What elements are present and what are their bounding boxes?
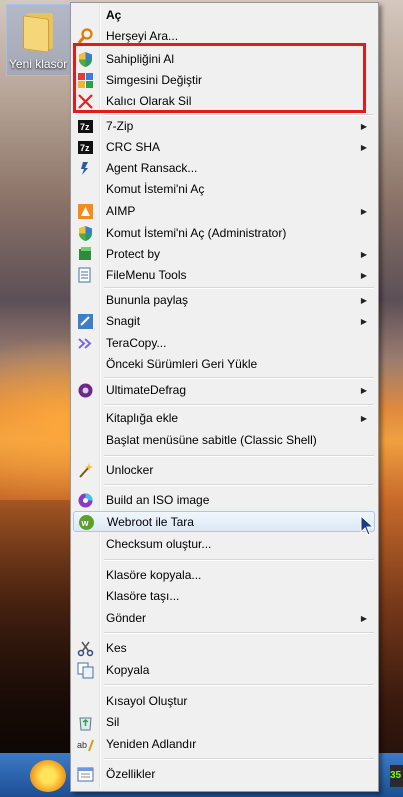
7zip-icon: 7z [78,120,93,133]
submenu-arrow-icon: ▶ [360,296,367,305]
menu-item-add-to-library[interactable]: Kitaplığa ekle ▶ [73,408,375,429]
menu-item-cut[interactable]: Kes [73,638,375,659]
defrag-icon [78,383,93,398]
menu-item-delete[interactable]: Sil [73,712,375,733]
svg-text:w: w [81,518,90,528]
webroot-icon: w [79,515,94,530]
menu-item-open[interactable]: Aç [73,5,375,26]
shield-icon [79,226,92,241]
menu-separator [104,484,374,486]
menu-item-properties[interactable]: Özellikler [73,764,375,785]
menu-item-7zip[interactable]: 7z 7-Zip ▶ [73,116,375,137]
menu-item-build-iso[interactable]: Build an ISO image [73,490,375,511]
recycle-icon [79,717,92,731]
svg-text:7z: 7z [80,143,90,153]
7zip-icon: 7z [78,141,93,154]
mouse-cursor-icon [360,515,375,536]
menu-item-ultimatedefrag[interactable]: UltimateDefrag ▶ [73,380,375,401]
agent-ransack-icon [81,162,88,175]
menu-item-copy-to-folder[interactable]: Klasöre kopyala... [73,565,375,586]
menu-item-webroot-scan[interactable]: w Webroot ile Tara [73,511,375,532]
menu-item-open-command-prompt[interactable]: Komut İstemi'ni Aç [73,179,375,200]
rename-icon: ab [77,739,94,752]
submenu-arrow-icon: ▶ [360,122,367,131]
unlocker-wand-icon [79,463,93,478]
submenu-arrow-icon: ▶ [360,207,367,216]
menu-item-command-prompt-admin[interactable]: Komut İstemi'ni Aç (Administrator) [73,223,375,244]
menu-item-rename[interactable]: ab Yeniden Adlandır [73,734,375,755]
tree-silhouette [0,500,80,760]
snagit-icon [78,314,93,329]
protect-icon [79,247,91,260]
menu-item-create-shortcut[interactable]: Kısayol Oluştur [73,691,375,712]
menu-item-crc-sha[interactable]: 7z CRC SHA ▶ [73,137,375,158]
menu-item-copy[interactable]: Kopyala [73,660,375,681]
menu-separator [104,758,374,760]
menu-separator [104,455,374,457]
taskbar-app-icon[interactable] [30,760,66,792]
desktop-folder-icon[interactable]: Yeni klasör [6,4,72,76]
filemenu-icon [78,267,91,283]
submenu-arrow-icon: ▶ [360,250,367,259]
submenu-arrow-icon: ▶ [360,317,367,326]
menu-item-share-with[interactable]: Bununla paylaş ▶ [73,290,375,311]
iso-icon [78,493,93,508]
properties-icon [77,767,94,782]
menu-item-pin-to-start[interactable]: Başlat menüsüne sabitle (Classic Shell) [73,430,375,451]
submenu-arrow-icon: ▶ [360,271,367,280]
scissors-icon [77,641,94,657]
menu-item-snagit[interactable]: Snagit ▶ [73,311,375,332]
menu-item-aimp[interactable]: AIMP ▶ [73,201,375,222]
menu-item-send-to[interactable]: Gönder ▶ [73,608,375,629]
menu-item-move-to-folder[interactable]: Klasöre taşı... [73,586,375,607]
menu-item-unlocker[interactable]: Unlocker [73,460,375,481]
menu-separator [104,632,374,634]
menu-item-filemenu-tools[interactable]: FileMenu Tools ▶ [73,265,375,286]
desktop-folder-label: Yeni klasör [9,57,68,71]
menu-separator [104,287,374,289]
menu-item-create-checksum[interactable]: Checksum oluştur... [73,534,375,555]
annotation-highlight-box [73,43,366,113]
menu-item-protect-by[interactable]: Protect by ▶ [73,244,375,265]
folder-icon [23,11,57,53]
submenu-arrow-icon: ▶ [360,386,367,395]
tray-badge: 35 [390,765,403,787]
menu-separator [104,559,374,561]
copy-icon [77,662,94,679]
context-menu: Aç Herşeyi Ara... Sahipliğini Al Simgesi… [70,2,379,792]
teracopy-icon [78,338,92,349]
submenu-arrow-icon: ▶ [360,614,367,623]
menu-separator [104,684,374,686]
submenu-arrow-icon: ▶ [360,143,367,152]
menu-item-teracopy[interactable]: TeraCopy... [73,333,375,354]
menu-separator [104,377,374,379]
submenu-arrow-icon: ▶ [360,414,367,423]
menu-item-restore-previous-versions[interactable]: Önceki Sürümleri Geri Yükle [73,354,375,375]
svg-text:ab: ab [77,740,87,750]
menu-item-agent-ransack[interactable]: Agent Ransack... [73,158,375,179]
menu-separator [104,404,374,406]
aimp-icon [78,204,93,219]
svg-text:7z: 7z [80,122,90,132]
